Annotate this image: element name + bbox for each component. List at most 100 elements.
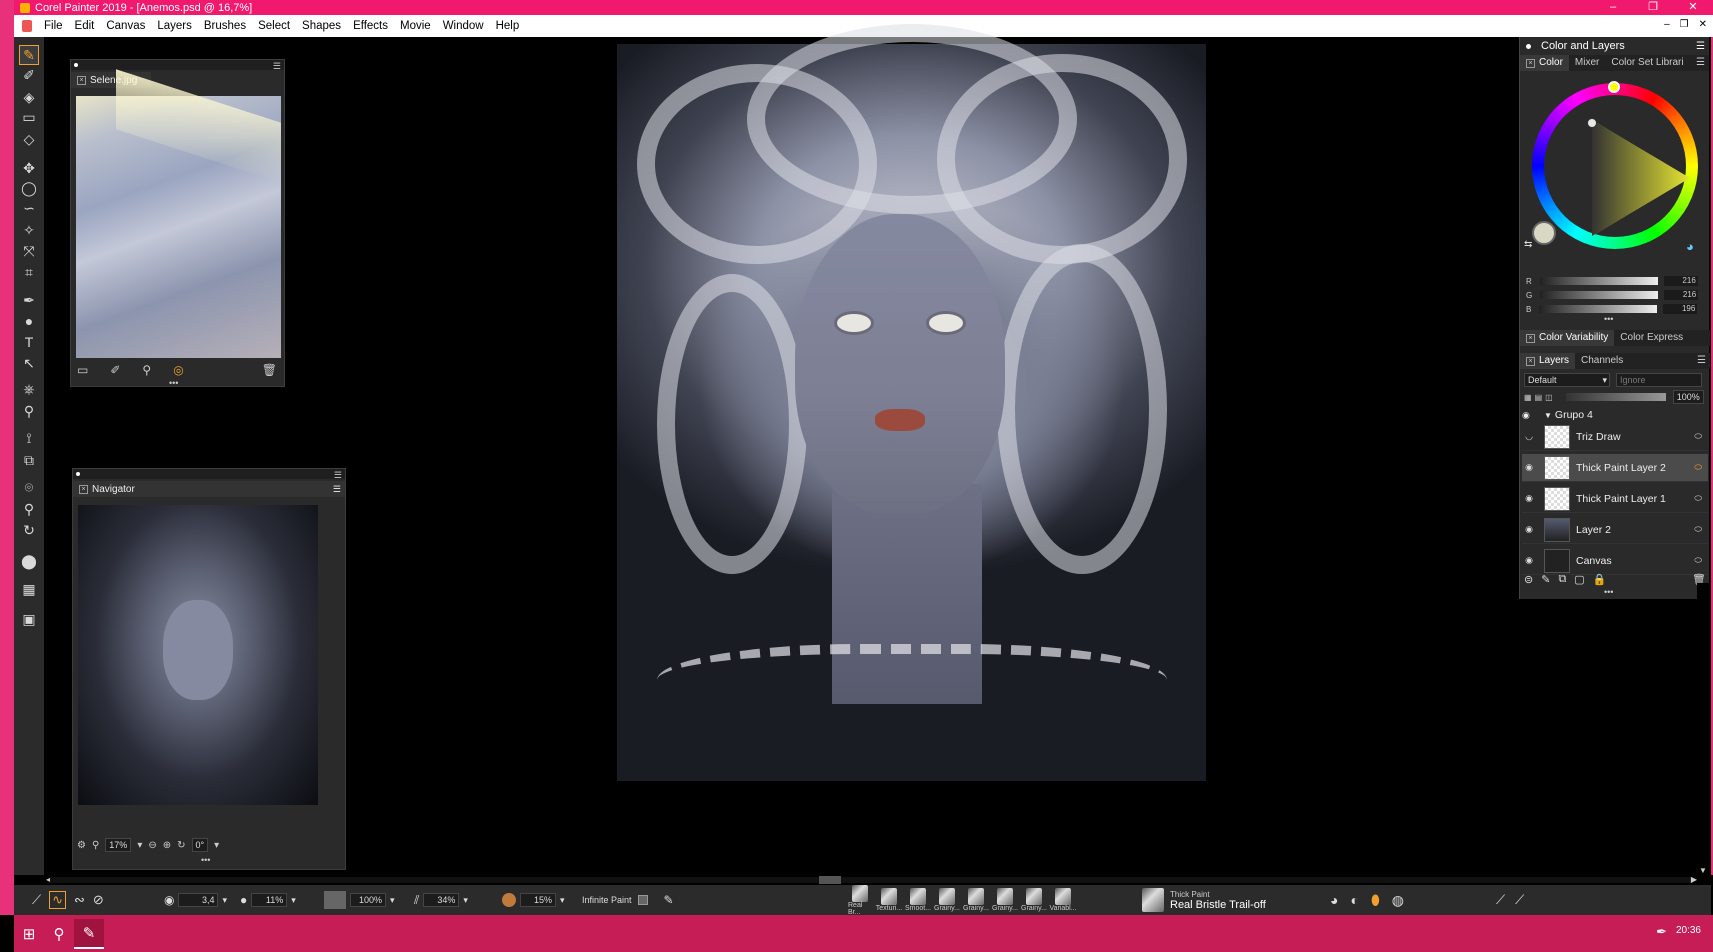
hue-ring[interactable] [1532,81,1698,249]
zoom-icon[interactable]: ⚲ [92,840,99,851]
magic-wand-tool-icon[interactable]: ✧ [19,220,39,240]
color-sets-icon[interactable]: ◍ [1392,892,1404,909]
doc-minimize-button[interactable]: – [1664,19,1670,30]
menu-shapes[interactable]: Shapes [296,15,347,37]
more-options-icon[interactable]: ••• [201,855,210,865]
lasso-tool-icon[interactable]: ∽ [19,198,39,218]
dynamic-plugins-icon[interactable]: ✎ [1541,573,1550,586]
panel-menu-icon[interactable]: ☰ [273,61,281,72]
open-reference-icon[interactable]: ▭ [77,363,88,377]
mirror-tool-icon[interactable]: ⧉ [19,450,39,470]
zoom-in-icon[interactable]: ⊕ [163,840,171,851]
layer-attribute-icon[interactable]: ⬭ [1694,431,1702,442]
color-harmony-icon[interactable]: ◕ [1686,239,1694,254]
grain-dropdown-icon[interactable]: ▾ [390,895,395,906]
tab-channels[interactable]: Channels [1575,353,1629,369]
layer-row[interactable]: ◉ Thick Paint Layer 2 ⬭ [1522,454,1708,482]
opacity-slider[interactable] [1565,393,1666,401]
menu-brushes[interactable]: Brushes [198,15,252,37]
infinite-paint-checkbox[interactable] [637,895,648,905]
opacity-field[interactable]: 100% [1672,390,1704,404]
current-brush-icon[interactable] [1142,888,1164,912]
close-tab-icon[interactable]: × [77,75,86,85]
shape-selection-tool-icon[interactable]: ↖ [19,353,39,373]
reference-image[interactable] [76,96,281,358]
layer-attribute-icon[interactable]: ⬭ [1694,555,1702,566]
rotate-icon[interactable]: ↻ [177,840,185,851]
menu-file[interactable]: File [38,15,69,37]
visibility-eye-icon[interactable]: ◡ [1522,431,1536,442]
pen-input-icon[interactable]: ✒ [1656,924,1667,940]
layer-attribute-icon[interactable]: ⬭ [1694,524,1702,535]
crop-tool-icon[interactable]: ⌗ [19,262,39,282]
visibility-eye-icon[interactable]: ◉ [1522,462,1536,473]
resaturation-field[interactable]: 15% [520,893,556,907]
transform-tool-icon[interactable]: ⤧ [19,241,39,261]
close-button[interactable]: ✕ [1673,0,1713,15]
tab-mixer[interactable]: Mixer [1569,55,1605,71]
swap-colors-icon[interactable]: ⇆ [1524,239,1532,250]
menu-effects[interactable]: Effects [347,15,394,37]
brush-variant[interactable]: Real Bristle Trail-off [1170,899,1266,911]
restore-button[interactable]: ❐ [1633,0,1673,15]
recent-brush[interactable]: Grainy... [1021,888,1047,912]
green-slider[interactable]: G 216 [1526,289,1704,301]
preserve-transparency-icon[interactable]: ▦ [1524,393,1532,402]
navigator-menu-icon[interactable]: ☰ [333,484,341,495]
reset-tool-icon[interactable]: ⟋ [32,892,41,908]
navigator-settings-icon[interactable]: ⚙ [77,840,86,851]
lock-icon[interactable]: 🔒 [1593,573,1607,586]
recent-brush[interactable]: Texturi... [876,888,902,912]
paint-bucket-tool-icon[interactable]: ◈ [19,87,39,107]
menu-window[interactable]: Window [437,15,490,37]
new-group-icon[interactable]: ⧉ [1558,573,1566,586]
stylus-settings-icon[interactable]: ✎ [664,893,674,907]
brush-library-icon[interactable]: ⟋ [1515,892,1524,908]
color-picker-tool-icon[interactable]: ⚲ [19,401,39,421]
tab-color-express[interactable]: Color Express [1614,330,1689,346]
menu-select[interactable]: Select [252,15,296,37]
freehand-stroke-icon[interactable]: ∿ [49,891,67,909]
sample-color-icon[interactable]: ✐ [110,363,120,377]
layer-row[interactable]: ◡ Triz Draw ⬭ [1522,423,1708,451]
doc-restore-button[interactable]: ❐ [1680,19,1689,30]
more-options-icon[interactable]: ••• [169,378,178,388]
brush-controls-icon[interactable]: ⟋ [1496,892,1505,908]
menu-movie[interactable]: Movie [394,15,437,37]
visibility-eye-icon[interactable]: ◉ [1522,555,1536,566]
tab-color-variability[interactable]: × Color Variability [1520,330,1615,346]
recent-brush[interactable]: Grainy... [963,888,989,912]
rotation-dropdown-icon[interactable]: ▾ [214,840,219,851]
brush-size-field[interactable]: 3,4 [178,893,219,907]
zoom-reference-icon[interactable]: ⚲ [142,363,151,377]
rectangle-fill-tool-icon[interactable]: ▭ [19,107,39,127]
layer-row[interactable]: ◉ Layer 2 ⬭ [1522,516,1708,544]
vertical-scrollbar[interactable]: ▼ [1697,583,1709,875]
layer-adjuster-tool-icon[interactable]: ✥ [19,158,39,178]
main-color-swatch-icon[interactable]: ⬤ [19,551,39,571]
doc-close-button[interactable]: ✕ [1699,19,1707,30]
composite-method-select[interactable]: Default ▾ [1524,373,1610,387]
menu-canvas[interactable]: Canvas [100,15,151,37]
layer-attribute-icon[interactable]: ⬭ [1694,493,1702,504]
hue-handle[interactable] [1608,81,1620,93]
trash-icon[interactable]: 🗑 [262,363,277,377]
resaturation-dropdown-icon[interactable]: ▾ [560,895,565,906]
dropper-tool-icon[interactable]: ✐ [19,65,39,85]
blue-slider[interactable]: B 196 [1526,303,1704,315]
size-dropdown-icon[interactable]: ▾ [222,895,227,906]
visibility-eye-icon[interactable]: ◉ [1522,493,1536,504]
tab-color-set-libraries[interactable]: Color Set Librari [1605,55,1689,71]
layer-commands-icon[interactable]: ⊜ [1524,573,1533,586]
painter-taskbar-icon[interactable]: ✎ [74,918,104,949]
recent-brush[interactable]: Grainy... [934,888,960,912]
panel-menu-icon[interactable]: ☰ [1696,41,1705,52]
paint-dropper-icon[interactable]: ⬮ [1371,892,1380,909]
shape-tool-icon[interactable]: ● [19,311,39,331]
more-options-icon[interactable]: ••• [1604,314,1613,324]
zoom-dropdown-icon[interactable]: ▾ [137,840,142,851]
tab-layers[interactable]: × Layers [1520,353,1576,369]
paper-texture-icon[interactable]: ▦ [19,579,39,599]
scroll-down-icon[interactable]: ▼ [1699,866,1707,875]
brush-selector-icon[interactable]: ◐ [1350,892,1358,908]
